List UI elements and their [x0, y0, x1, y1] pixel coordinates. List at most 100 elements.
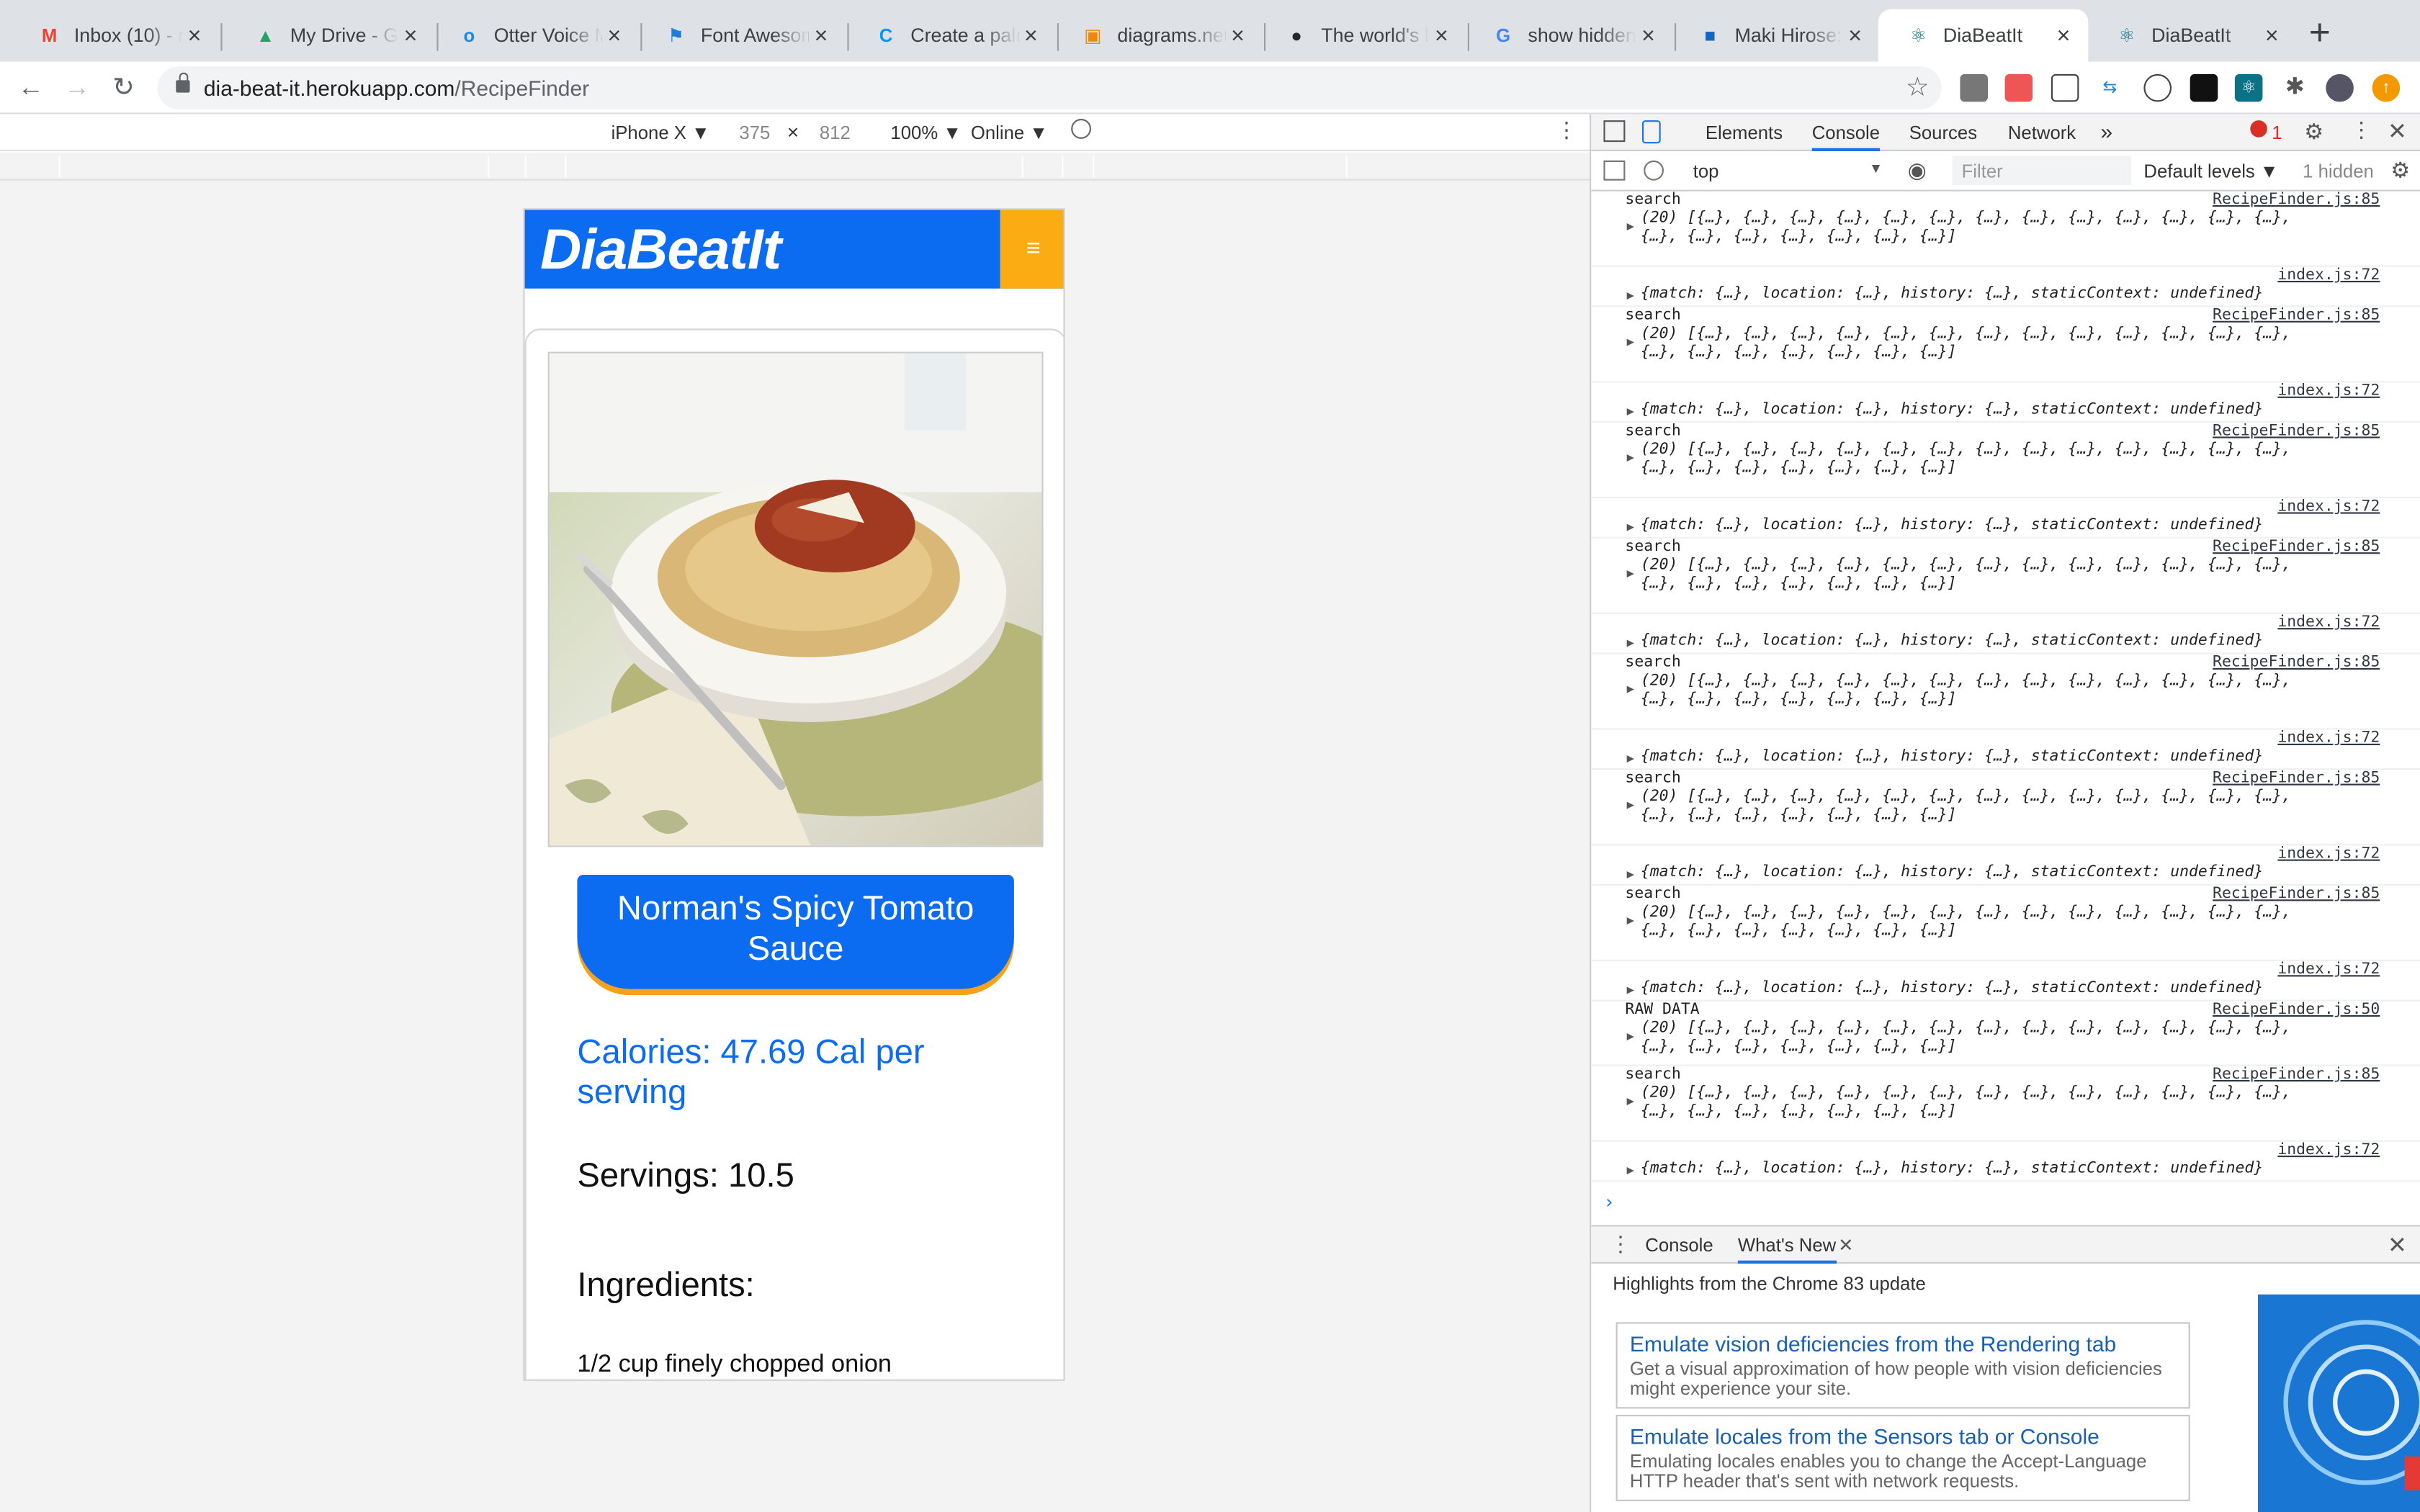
console-message[interactable]: search RecipeFinder.js:85 (20) [{…}, {…}, …	[1591, 886, 2420, 961]
console-object-preview[interactable]: {match: {…}, location: {…}, history: {…}…	[1641, 401, 2263, 420]
close-devtools-icon[interactable]: ✕	[2388, 117, 2407, 145]
context-select[interactable]: top	[1693, 161, 1885, 182]
console-message[interactable]: index.js:72 {match: {…}, location: {…}, h…	[1591, 498, 2420, 539]
console-message[interactable]: index.js:72 {match: {…}, location: {…}, h…	[1591, 1142, 2420, 1182]
source-link[interactable]: index.js:72	[2277, 1142, 2380, 1159]
expand-triangle-icon[interactable]: ▶	[1627, 867, 1634, 881]
drawer-menu-icon[interactable]: ⋮	[1610, 1231, 1631, 1257]
expand-triangle-icon[interactable]: ▶	[1627, 404, 1634, 418]
whats-new-card-title[interactable]: Emulate locales from the Sensors tab or …	[1630, 1424, 2177, 1449]
extension-icon[interactable]	[2004, 73, 2033, 102]
inspect-element-icon[interactable]	[1603, 120, 1626, 143]
expand-triangle-icon[interactable]: ▶	[1627, 798, 1634, 811]
console-object-preview[interactable]: (20) [{…}, {…}, {…}, {…}, {…}, {…}, {…},…	[1641, 672, 2291, 709]
tab-network[interactable]: Network	[2008, 122, 2076, 143]
log-levels-select[interactable]: Default levels ▼	[2143, 161, 2278, 182]
console-message[interactable]: search RecipeFinder.js:85 (20) [{…}, {…}, …	[1591, 192, 2420, 267]
source-link[interactable]: index.js:72	[2277, 382, 2380, 400]
tab-item[interactable]: Gshow hidden f ×	[1463, 12, 1672, 58]
media-query-marker[interactable]	[1345, 156, 1348, 178]
close-tab-icon[interactable]: ×	[602, 22, 627, 48]
close-tab-icon[interactable]: ×	[398, 22, 423, 48]
expand-triangle-icon[interactable]: ▶	[1627, 752, 1634, 765]
more-options-icon[interactable]: ⋮	[2351, 117, 2372, 143]
source-link[interactable]: index.js:72	[2277, 845, 2380, 863]
console-object-preview[interactable]: {match: {…}, location: {…}, history: {…}…	[1641, 285, 2263, 304]
tab-item[interactable]: ■ Maki Hirose: L×	[1670, 12, 1880, 58]
close-tab-icon[interactable]: ×	[1018, 22, 1043, 48]
new-tab-icon[interactable]: +	[2309, 14, 2331, 52]
source-link[interactable]: RecipeFinder.js:85	[2213, 423, 2380, 440]
close-tab-icon[interactable]: ×	[182, 22, 207, 48]
close-tab-icon[interactable]: ×	[1225, 22, 1250, 48]
tab-active-item[interactable]: ⚛ DiaBeatIt ×	[1878, 9, 2089, 62]
console-object-preview[interactable]: (20) [{…}, {…}, {…}, {…}, {…}, {…}, {…},…	[1641, 904, 2291, 941]
address-bar[interactable]: dia-beat-it.herokuapp.com/RecipeFinder ☆	[157, 66, 1942, 110]
media-query-marker[interactable]	[58, 156, 60, 178]
close-tab-icon[interactable]: ×	[809, 22, 833, 48]
console-message[interactable]: RAW DATA RecipeFinder.js:50 (20) [{…}, {…}…	[1591, 1002, 2420, 1066]
console-object-preview[interactable]: {match: {…}, location: {…}, history: {…}…	[1641, 633, 2263, 652]
console-message[interactable]: search RecipeFinder.js:85 (20) [{…}, {…}, …	[1591, 770, 2420, 846]
zoom-select[interactable]: 100% ▼	[890, 122, 961, 143]
react-devtools-icon[interactable]: ⚛	[2234, 73, 2263, 102]
more-tabs-icon[interactable]: »	[2100, 119, 2112, 143]
expand-triangle-icon[interactable]: ▶	[1627, 219, 1634, 233]
console-object-preview[interactable]: (20) [{…}, {…}, {…}, {…}, {…}, {…}, {…},…	[1641, 1020, 2291, 1056]
hamburger-menu-icon[interactable]: ≡	[1000, 210, 1064, 289]
tab-sources[interactable]: Sources	[1909, 122, 1977, 143]
console-object-preview[interactable]: {match: {…}, location: {…}, history: {…}…	[1641, 517, 2263, 536]
source-link[interactable]: RecipeFinder.js:85	[2213, 886, 2380, 903]
device-toggle-icon[interactable]	[1642, 120, 1661, 144]
console-object-preview[interactable]: {match: {…}, location: {…}, history: {…}…	[1641, 1160, 2263, 1179]
console-object-preview[interactable]: {match: {…}, location: {…}, history: {…}…	[1641, 980, 2263, 999]
network-throttle-select[interactable]: Online ▼	[971, 122, 1048, 143]
console-message[interactable]: index.js:72 {match: {…}, location: {…}, h…	[1591, 614, 2420, 654]
console-message[interactable]: index.js:72 {match: {…}, location: {…}, h…	[1591, 961, 2420, 1002]
puzzle-icon[interactable]: ✱	[2281, 73, 2309, 102]
forward-icon[interactable]: →	[58, 69, 95, 106]
media-query-bar[interactable]	[0, 153, 1590, 181]
whats-new-card[interactable]: Emulate vision deficiencies from the Ren…	[1615, 1322, 2190, 1409]
tab-item[interactable]: C Create a palet×	[846, 12, 1055, 58]
close-tab-icon[interactable]: ×	[1843, 22, 1868, 48]
console-object-preview[interactable]: (20) [{…}, {…}, {…}, {…}, {…}, {…}, {…},…	[1641, 441, 2291, 478]
source-link[interactable]: index.js:72	[2277, 730, 2380, 747]
expand-triangle-icon[interactable]: ▶	[1627, 335, 1634, 348]
source-link[interactable]: RecipeFinder.js:85	[2213, 1066, 2380, 1084]
bookmark-star-icon[interactable]: ☆	[1906, 66, 1930, 109]
source-link[interactable]: RecipeFinder.js:85	[2213, 770, 2380, 787]
source-link[interactable]: RecipeFinder.js:85	[2213, 192, 2380, 209]
back-icon[interactable]: ←	[12, 69, 49, 106]
close-tab-icon[interactable]: ✕	[1838, 1234, 1854, 1256]
close-tab-icon[interactable]: ×	[1636, 22, 1660, 48]
expand-triangle-icon[interactable]: ▶	[1627, 1094, 1634, 1107]
media-query-marker[interactable]	[565, 156, 567, 178]
recipe-title-button[interactable]: Norman's Spicy Tomato Sauce	[577, 875, 1014, 989]
eye-icon[interactable]: ◉	[1908, 158, 1927, 184]
viewport-width-input[interactable]: 375	[739, 122, 770, 143]
console-message[interactable]: search RecipeFinder.js:85 (20) [{…}, {…}, …	[1591, 1066, 2420, 1142]
extension-icon[interactable]	[1960, 73, 1988, 102]
extension-icon[interactable]	[2190, 73, 2218, 102]
source-link[interactable]: index.js:72	[2277, 498, 2380, 516]
close-tab-icon[interactable]: ×	[2259, 22, 2284, 48]
expand-triangle-icon[interactable]: ▶	[1627, 983, 1634, 996]
error-count[interactable]: 1	[2272, 122, 2282, 143]
source-link[interactable]: RecipeFinder.js:50	[2213, 1002, 2380, 1019]
error-icon[interactable]	[2250, 120, 2267, 138]
expand-triangle-icon[interactable]: ▶	[1627, 1164, 1634, 1177]
source-link[interactable]: RecipeFinder.js:85	[2213, 539, 2380, 556]
console-object-preview[interactable]: (20) [{…}, {…}, {…}, {…}, {…}, {…}, {…},…	[1641, 788, 2291, 825]
console-message[interactable]: index.js:72 {match: {…}, location: {…}, h…	[1591, 730, 2420, 770]
expand-triangle-icon[interactable]: ▶	[1627, 682, 1634, 696]
more-options-icon[interactable]: ⋮	[1556, 117, 1577, 143]
tab-item[interactable]: ● The world's le ×	[1256, 12, 1466, 58]
drawer-tab-whats-new[interactable]: What's New	[1737, 1234, 1837, 1264]
clear-console-icon[interactable]	[1644, 160, 1664, 181]
expand-triangle-icon[interactable]: ▶	[1627, 914, 1634, 927]
extension-icon[interactable]: ⇆	[2096, 73, 2124, 102]
tab-elements[interactable]: Elements	[1706, 122, 1783, 143]
console-settings-icon[interactable]: ⚙	[2390, 158, 2410, 184]
tab-item[interactable]: ⚑ Font Awesome×	[636, 12, 846, 58]
